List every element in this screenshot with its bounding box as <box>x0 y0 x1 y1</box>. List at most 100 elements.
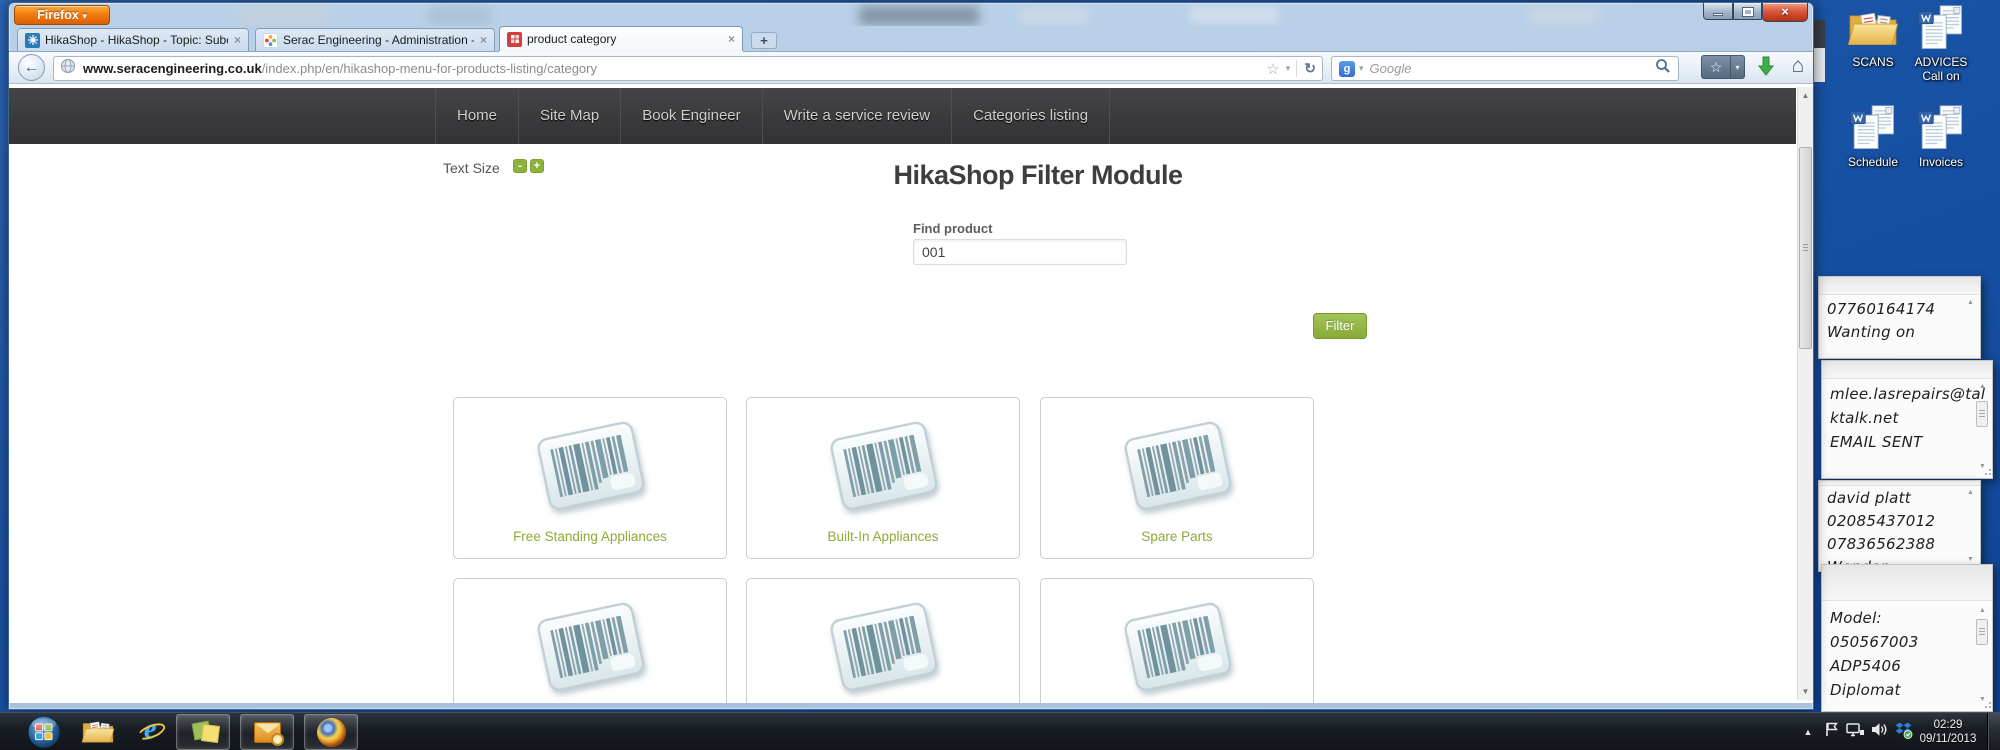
taskbar-firefox-button[interactable] <box>304 714 358 750</box>
desktop-icon-label: ADVICES Call on <box>1914 55 1968 83</box>
nav-item-home[interactable]: Home <box>435 88 518 144</box>
nav-item-categories-listing[interactable]: Categories listing <box>951 88 1111 144</box>
reload-icon[interactable]: ↻ <box>1296 60 1316 77</box>
taskbar-clock[interactable]: 02:29 09/11/2013 <box>1915 718 1981 746</box>
volume-icon[interactable] <box>1867 721 1891 743</box>
filter-button[interactable]: Filter <box>1313 313 1367 339</box>
note-line: mlee.lasrepairs@tal <box>1830 385 1986 403</box>
note-scrollbar[interactable]: ▲ ▼ <box>1976 607 1989 703</box>
nav-item-book-engineer[interactable]: Book Engineer <box>620 88 761 144</box>
note-resize-grip[interactable] <box>1983 702 1991 710</box>
tab-favicon-joomla <box>263 32 278 48</box>
url-dropdown-icon[interactable]: ▾ <box>1286 63 1291 74</box>
page-content: Home Site Map Book Engineer Write a serv… <box>9 84 1813 703</box>
category-card[interactable] <box>1040 578 1314 703</box>
taskbar-outlook-button[interactable] <box>240 714 294 750</box>
note-line: Diplomat <box>1830 681 1901 699</box>
page-scrollbar[interactable]: ▲ ▼ <box>1797 87 1813 700</box>
barcode-icon <box>1111 410 1243 522</box>
note-line: 07836562388 <box>1827 535 1936 553</box>
show-desktop-button[interactable] <box>1987 713 2000 750</box>
tab-serac-admin[interactable]: Serac Engineering - Administration - ...… <box>255 28 495 51</box>
network-icon[interactable] <box>1843 721 1867 743</box>
scroll-up-icon[interactable]: ▲ <box>1976 607 1989 614</box>
category-label[interactable]: Free Standing Appliances <box>454 529 726 544</box>
category-card[interactable] <box>453 578 727 703</box>
sticky-note-header[interactable] <box>1819 277 1980 295</box>
desktop-icon-scans[interactable]: SCANS <box>1836 2 1910 69</box>
scroll-down-icon[interactable]: ▼ <box>1964 556 1977 563</box>
tab-close-icon[interactable]: × <box>728 32 735 46</box>
dropbox-icon[interactable] <box>1891 721 1915 744</box>
url-bar[interactable]: www.seracengineering.co.uk/index.php/en/… <box>53 56 1323 81</box>
sticky-notes-icon <box>180 714 226 750</box>
bookmarks-dropdown-icon[interactable]: ▾ <box>1731 55 1745 79</box>
sticky-note[interactable]: 07760164174 Wanting on ▲ <box>1818 276 1981 359</box>
navigation-toolbar: ← www.seracengineering.co.uk/index.php/e… <box>9 51 1813 84</box>
bookmarks-button[interactable]: ☆ <box>1701 55 1731 79</box>
home-button[interactable]: ⌂ <box>1785 55 1811 79</box>
text-size-decrease-button[interactable]: - <box>513 159 527 173</box>
category-card[interactable] <box>746 578 1020 703</box>
scroll-up-icon[interactable]: ▲ <box>1964 299 1977 306</box>
scroll-down-icon[interactable]: ▼ <box>1798 687 1813 696</box>
clock-date: 09/11/2013 <box>1919 733 1977 745</box>
category-label[interactable]: Spare Parts <box>1041 529 1313 544</box>
note-scrollbar[interactable]: ▲ ▼ <box>1976 383 1989 470</box>
taskbar-sticky-notes-button[interactable] <box>176 714 230 750</box>
text-size-increase-button[interactable]: + <box>530 159 544 173</box>
tab-bar: HikaShop - HikaShop - Topic: Subcat... ×… <box>9 26 1813 51</box>
minimize-button[interactable] <box>1703 3 1733 20</box>
maximize-button[interactable] <box>1733 3 1762 20</box>
window-titlebar[interactable] <box>9 3 1813 26</box>
scroll-up-icon[interactable]: ▲ <box>1798 91 1813 100</box>
note-scrollbar[interactable]: ▲ ▼ <box>1964 489 1977 563</box>
taskbar-explorer-button[interactable] <box>78 714 118 750</box>
tab-hikashop-forum[interactable]: HikaShop - HikaShop - Topic: Subcat... × <box>17 28 249 51</box>
new-tab-button[interactable]: + <box>751 32 777 49</box>
back-button[interactable]: ← <box>18 54 45 81</box>
tab-close-icon[interactable]: × <box>234 33 241 47</box>
scrollbar-thumb[interactable] <box>1799 147 1812 349</box>
downloads-button[interactable] <box>1753 55 1779 79</box>
search-icon[interactable] <box>1655 58 1671 79</box>
note-line: 050567003 <box>1830 633 1919 651</box>
category-label[interactable]: Built-In Appliances <box>747 529 1019 544</box>
note-scrollbar[interactable]: ▲ <box>1964 299 1977 350</box>
tray-expand-icon[interactable]: ▲ <box>1797 727 1819 737</box>
find-product-input[interactable] <box>913 239 1127 265</box>
text-size-label: Text Size <box>443 160 500 176</box>
start-button[interactable] <box>26 714 62 750</box>
sticky-note[interactable]: mlee.lasrepairs@tal ktalk.net EMAIL SENT… <box>1821 360 1993 479</box>
nav-item-site-map[interactable]: Site Map <box>518 88 620 144</box>
bookmark-star-icon[interactable]: ☆ <box>1266 60 1279 78</box>
sticky-note-header[interactable] <box>1822 565 1992 601</box>
category-card-free-standing[interactable]: Free Standing Appliances <box>453 397 727 559</box>
desktop-icon-advices[interactable]: ADVICES Call on <box>1904 2 1978 83</box>
background-window-sliver <box>1814 48 1825 82</box>
sticky-note[interactable]: david platt 02085437012 07836562388 Wond… <box>1818 480 1981 576</box>
url-text[interactable]: www.seracengineering.co.uk/index.php/en/… <box>83 61 1266 76</box>
sticky-note-header[interactable] <box>1822 361 1992 379</box>
scrollbar-thumb[interactable] <box>1976 619 1988 645</box>
scrollbar-thumb[interactable] <box>1976 401 1988 427</box>
category-card-built-in[interactable]: Built-In Appliances <box>746 397 1020 559</box>
search-engine-dropdown-icon[interactable]: ▾ <box>1359 63 1364 74</box>
action-center-flag-icon[interactable] <box>1819 721 1843 743</box>
search-input[interactable]: g ▾ Google <box>1331 56 1679 81</box>
tab-product-category[interactable]: product category × <box>499 26 743 51</box>
background-window-sliver <box>1814 20 1825 48</box>
desktop: SCANS ADVICES Call on Schedule Invoices … <box>0 0 2000 750</box>
scroll-up-icon[interactable]: ▲ <box>1964 489 1977 496</box>
note-resize-grip[interactable] <box>1983 469 1991 477</box>
close-button[interactable]: × <box>1762 3 1808 22</box>
firefox-menu-button[interactable]: Firefox ▾ <box>14 5 110 25</box>
taskbar-internet-explorer-button[interactable]: e <box>132 714 172 750</box>
category-card-spare-parts[interactable]: Spare Parts <box>1040 397 1314 559</box>
scroll-up-icon[interactable]: ▲ <box>1976 383 1989 390</box>
nav-item-write-review[interactable]: Write a service review <box>761 88 951 144</box>
tab-close-icon[interactable]: × <box>480 33 487 47</box>
desktop-icon-invoices[interactable]: Invoices <box>1904 102 1978 169</box>
desktop-icon-schedule[interactable]: Schedule <box>1836 102 1910 169</box>
sticky-note[interactable]: Model: 050567003 ADP5406 Diplomat ▲ ▼ <box>1821 564 1993 712</box>
